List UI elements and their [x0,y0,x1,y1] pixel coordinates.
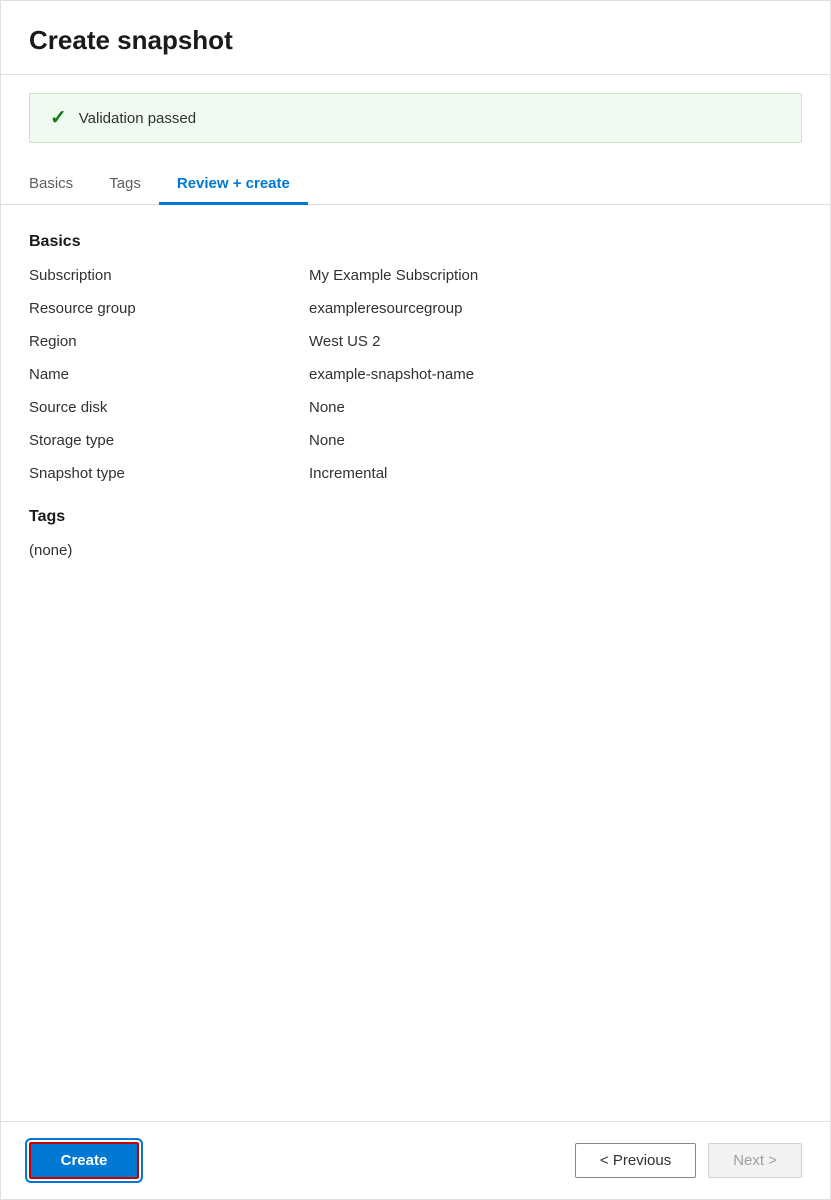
field-row-subscription: Subscription My Example Subscription [29,267,802,286]
basics-section-title: Basics [29,233,802,251]
field-label-subscription: Subscription [29,267,309,284]
field-row-region: Region West US 2 [29,333,802,352]
field-value-region: West US 2 [309,333,802,350]
validation-banner: ✓ Validation passed [29,93,802,143]
tabs-container: Basics Tags Review + create [1,165,830,205]
tags-section-title: Tags [29,508,802,526]
content-spacer [1,840,830,1121]
basics-section: Basics Subscription My Example Subscript… [29,233,802,484]
tags-none-value: (none) [29,542,802,559]
field-row-name: Name example-snapshot-name [29,366,802,385]
validation-text: Validation passed [79,110,196,127]
field-value-storage-type: None [309,432,802,449]
previous-button[interactable]: < Previous [575,1143,696,1178]
tab-basics[interactable]: Basics [29,165,91,205]
tab-tags[interactable]: Tags [91,165,159,205]
footer-area: Create < Previous Next > [1,1121,830,1199]
field-label-region: Region [29,333,309,350]
field-label-name: Name [29,366,309,383]
page-title: Create snapshot [29,25,802,56]
field-row-snapshot-type: Snapshot type Incremental [29,465,802,484]
field-row-source-disk: Source disk None [29,399,802,418]
page-header: Create snapshot [1,1,830,75]
field-value-subscription: My Example Subscription [309,267,802,284]
field-label-resource-group: Resource group [29,300,309,317]
page-container: Create snapshot ✓ Validation passed Basi… [0,0,831,1200]
tab-review-create[interactable]: Review + create [159,165,308,205]
content-area: Basics Subscription My Example Subscript… [1,205,830,840]
checkmark-icon: ✓ [50,108,67,128]
field-value-source-disk: None [309,399,802,416]
field-label-snapshot-type: Snapshot type [29,465,309,482]
field-label-source-disk: Source disk [29,399,309,416]
field-row-resource-group: Resource group exampleresourcegroup [29,300,802,319]
field-label-storage-type: Storage type [29,432,309,449]
tags-section: Tags (none) [29,508,802,559]
field-value-resource-group: exampleresourcegroup [309,300,802,317]
field-value-snapshot-type: Incremental [309,465,802,482]
next-button: Next > [708,1143,802,1178]
create-button[interactable]: Create [29,1142,139,1179]
field-value-name: example-snapshot-name [309,366,802,383]
field-row-storage-type: Storage type None [29,432,802,451]
